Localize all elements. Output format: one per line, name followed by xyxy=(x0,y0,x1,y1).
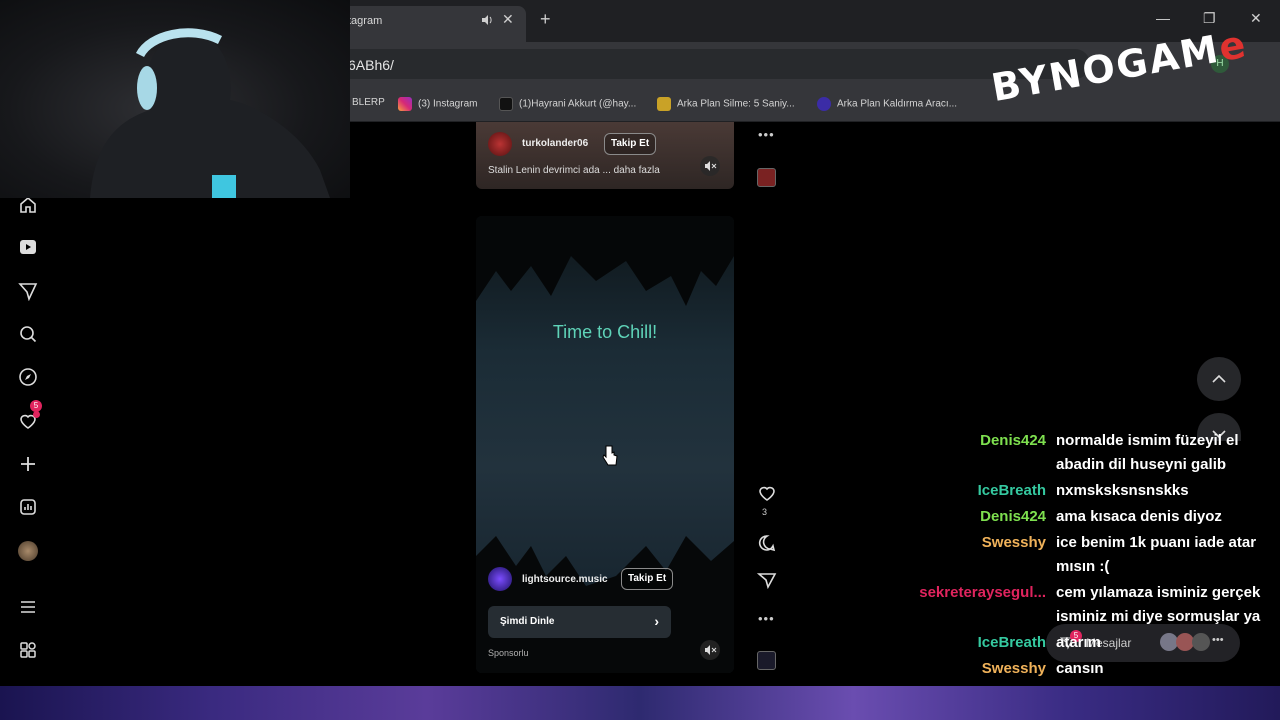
new-tab-icon[interactable]: + xyxy=(540,9,551,30)
chat-text: abadin dil huseyni galib xyxy=(1056,456,1227,473)
comment-icon[interactable] xyxy=(757,533,777,553)
chat-text: mısın :( xyxy=(1056,558,1110,575)
more-options-icon[interactable]: ••• xyxy=(758,127,775,142)
chat-username[interactable]: Swesshy xyxy=(900,660,1046,677)
bookmark-blerp[interactable]: BLERP xyxy=(352,97,385,108)
like-count: 3 xyxy=(762,507,768,517)
bookmark-label: (1)Hayrani Akkurt (@hay... xyxy=(519,98,637,110)
bookmark-arka-plan-kaldirma[interactable]: Arka Plan Kaldırma Aracı... xyxy=(817,97,957,111)
url-field[interactable]: 6ABh6/ xyxy=(330,49,1090,79)
chat-text: cem yılamaza isminiz gerçek xyxy=(1056,584,1261,601)
create-icon[interactable] xyxy=(18,454,38,474)
chat-text: ama kısaca denis diyoz xyxy=(1056,508,1222,525)
restore-icon[interactable]: ❐ xyxy=(1203,10,1216,27)
audio-thumbnail[interactable] xyxy=(757,651,776,670)
reel-post-previous[interactable]: turkolander06 Takip Et Stalin Lenin devr… xyxy=(476,122,734,189)
tiktok-icon xyxy=(499,97,513,111)
chat-username[interactable]: Denis424 xyxy=(900,508,1046,525)
more-icon: ••• xyxy=(1212,634,1224,646)
direct-messages-icon[interactable] xyxy=(18,281,38,301)
chat-username[interactable]: Denis424 xyxy=(900,432,1046,449)
audio-thumbnail[interactable] xyxy=(757,168,776,187)
search-icon[interactable] xyxy=(18,324,38,344)
activity-dot xyxy=(33,411,40,418)
close-tab-icon[interactable]: ✕ xyxy=(502,11,514,28)
chat-text: normalde ismim füzeyil el xyxy=(1056,432,1239,449)
share-icon[interactable] xyxy=(757,570,777,590)
like-icon[interactable] xyxy=(757,483,777,503)
webcam-overlay xyxy=(0,0,350,198)
follow-button[interactable]: Takip Et xyxy=(621,568,674,590)
decorative-bottom-strip xyxy=(0,686,1280,720)
layers-icon xyxy=(657,97,671,111)
chat-text: isminiz mi diye sormuşlar ya xyxy=(1056,608,1261,625)
bookmark-label: (3) Instagram xyxy=(418,98,478,110)
url-text: 6ABh6/ xyxy=(348,57,394,73)
menu-icon[interactable] xyxy=(18,597,38,617)
chevron-right-icon: › xyxy=(654,613,659,629)
listen-now-button[interactable]: Şimdi Dinle › xyxy=(488,606,671,638)
scroll-up-button[interactable] xyxy=(1197,357,1241,401)
chat-text: atarım xyxy=(1056,634,1102,651)
chat-username[interactable]: IceBreath xyxy=(900,634,1046,651)
chat-text: cansın xyxy=(1056,660,1104,677)
mute-icon[interactable] xyxy=(700,640,720,660)
minimize-icon[interactable]: — xyxy=(1156,10,1170,26)
chat-text: ice benim 1k puanı iade atar xyxy=(1056,534,1257,551)
hand-cursor-icon xyxy=(602,445,618,466)
browser-tab-instagram[interactable]: tagram ✕ xyxy=(330,6,526,42)
post-username[interactable]: turkolander06 xyxy=(522,138,588,149)
chat-username[interactable]: IceBreath xyxy=(900,482,1046,499)
instagram-icon xyxy=(398,97,412,111)
follow-button[interactable]: Takip Et xyxy=(604,133,657,155)
remove-bg-icon xyxy=(817,97,831,111)
reels-icon[interactable] xyxy=(18,237,38,257)
more-apps-icon[interactable] xyxy=(18,640,38,660)
contact-avatar xyxy=(1192,633,1210,651)
bookmark-label: Arka Plan Silme: 5 Saniy... xyxy=(677,98,795,110)
user-avatar[interactable] xyxy=(488,132,512,156)
chevron-up-icon xyxy=(1212,374,1226,383)
bookmark-arka-plan-silme[interactable]: Arka Plan Silme: 5 Saniy... xyxy=(657,97,795,111)
post-username[interactable]: lightsource.music xyxy=(522,574,608,585)
listen-now-label: Şimdi Dinle xyxy=(500,616,555,627)
bookmark-instagram[interactable]: (3) Instagram xyxy=(398,97,477,111)
more-options-icon[interactable]: ••• xyxy=(758,611,775,626)
reel-overlay-text: Time to Chill! xyxy=(552,322,658,342)
instagram-sidebar: 5 xyxy=(0,122,56,688)
streamer-silhouette xyxy=(90,28,330,198)
dashboard-icon[interactable] xyxy=(18,497,38,517)
home-icon[interactable] xyxy=(18,195,38,215)
tree-silhouette-top xyxy=(476,216,734,306)
speaker-icon[interactable] xyxy=(480,13,494,27)
screen: tagram ✕ + — ❐ ✕ 6ABh6/ H BLERP (3) Inst… xyxy=(0,0,1280,720)
mute-icon[interactable] xyxy=(700,156,720,176)
sponsored-label: Sponsorlu xyxy=(488,648,529,658)
chat-text: nxmsksksnsnskks xyxy=(1056,482,1189,499)
chat-username[interactable]: sekreteraysegul... xyxy=(900,584,1046,601)
explore-icon[interactable] xyxy=(18,367,38,387)
user-avatar[interactable] xyxy=(488,567,512,591)
post-caption[interactable]: Stalin Lenin devrimci ada ... daha fazla xyxy=(488,165,660,176)
profile-avatar-icon[interactable] xyxy=(18,541,38,561)
bookmark-label: Arka Plan Kaldırma Aracı... xyxy=(837,98,958,110)
window-close-icon[interactable]: ✕ xyxy=(1250,10,1262,27)
bookmark-tiktok[interactable]: (1)Hayrani Akkurt (@hay... xyxy=(499,97,636,111)
tab-title: tagram xyxy=(348,15,383,27)
chat-username[interactable]: Swesshy xyxy=(900,534,1046,551)
bookmark-label: BLERP xyxy=(352,97,385,108)
